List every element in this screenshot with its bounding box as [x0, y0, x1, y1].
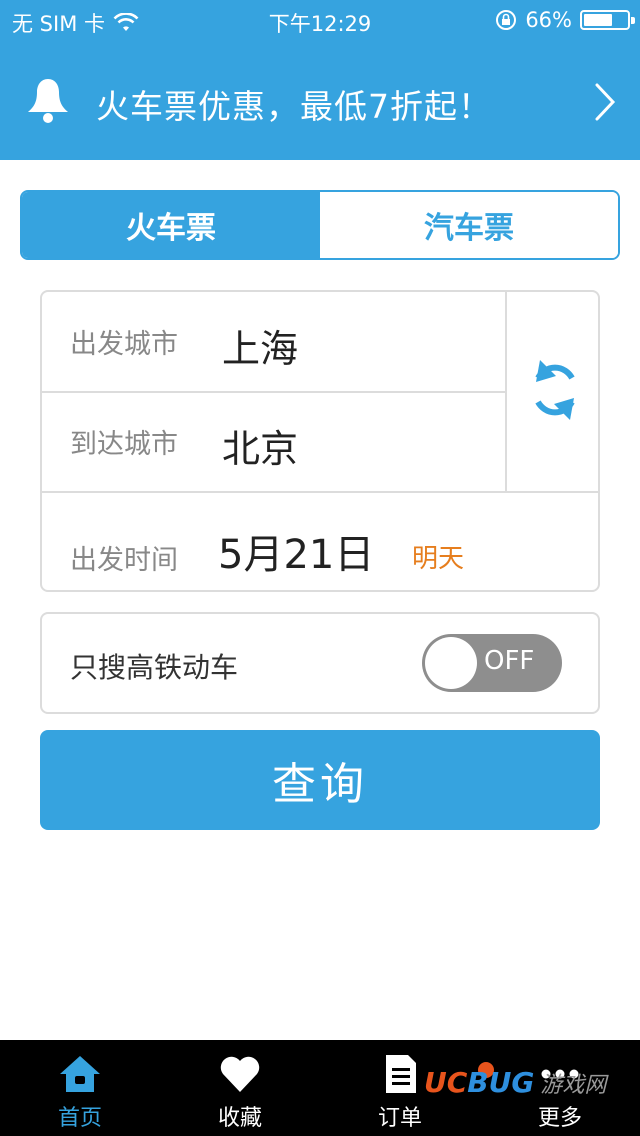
battery-percent: 66%	[525, 8, 572, 32]
toggle-knob	[425, 637, 477, 689]
battery-tip	[631, 17, 635, 24]
swap-cities-icon[interactable]	[528, 350, 582, 430]
tab-label: 订单	[377, 1106, 422, 1131]
status-right: 66%	[495, 8, 635, 32]
tab-label: 收藏	[217, 1106, 262, 1131]
battery-icon	[580, 10, 635, 30]
watermark-cn: 游戏网	[540, 1073, 607, 1098]
ticket-type-segment: 火车票 汽车票	[20, 190, 620, 260]
tab-home[interactable]: 首页	[0, 1040, 160, 1136]
watermark-bug: BUG	[467, 1066, 535, 1099]
divider	[42, 491, 598, 493]
battery-fill	[584, 14, 612, 26]
depart-date-label: 出发时间	[70, 545, 178, 576]
promo-text: 火车票优惠，最低7折起！	[96, 87, 492, 126]
depart-city-label: 出发城市	[70, 329, 178, 360]
date-relative-note: 明天	[412, 544, 465, 574]
chevron-right-icon	[595, 83, 616, 121]
search-form: 出发城市 上海 到达城市 北京 出发时间 5月21日 明天	[40, 290, 600, 592]
high-speed-filter: 只搜高铁动车 OFF	[40, 612, 600, 714]
depart-date-field[interactable]: 5月21日	[218, 522, 374, 580]
arrive-city-label: 到达城市	[70, 429, 178, 460]
arrive-city-field[interactable]: 北京	[222, 418, 298, 473]
rotation-lock-icon	[496, 10, 517, 30]
header: 无 SIM 卡 下午12:29 66% 火车票优惠，最低7折起！	[0, 0, 640, 160]
tab-favorites[interactable]: 收藏	[160, 1040, 320, 1136]
watermark-uc: UC	[424, 1066, 468, 1099]
tab-label: 更多	[537, 1106, 582, 1131]
order-doc-icon	[386, 1055, 416, 1093]
tab-train-ticket[interactable]: 火车票	[22, 192, 320, 258]
home-icon	[60, 1056, 100, 1092]
tab-label: 首页	[57, 1106, 102, 1131]
divider	[42, 391, 506, 393]
high-speed-filter-label: 只搜高铁动车	[70, 651, 239, 684]
toggle-state-text: OFF	[484, 646, 535, 676]
search-button[interactable]: 查询	[40, 730, 600, 830]
heart-icon	[220, 1056, 260, 1092]
watermark: UCBUG 游戏网	[424, 1066, 606, 1099]
depart-city-field[interactable]: 上海	[222, 318, 298, 373]
bell-icon	[28, 79, 68, 123]
promo-banner[interactable]: 火车票优惠，最低7折起！	[0, 62, 640, 142]
tab-bus-ticket[interactable]: 汽车票	[320, 192, 618, 258]
status-bar: 无 SIM 卡 下午12:29 66%	[0, 0, 640, 42]
high-speed-toggle[interactable]: OFF	[422, 634, 562, 692]
divider	[505, 292, 507, 492]
